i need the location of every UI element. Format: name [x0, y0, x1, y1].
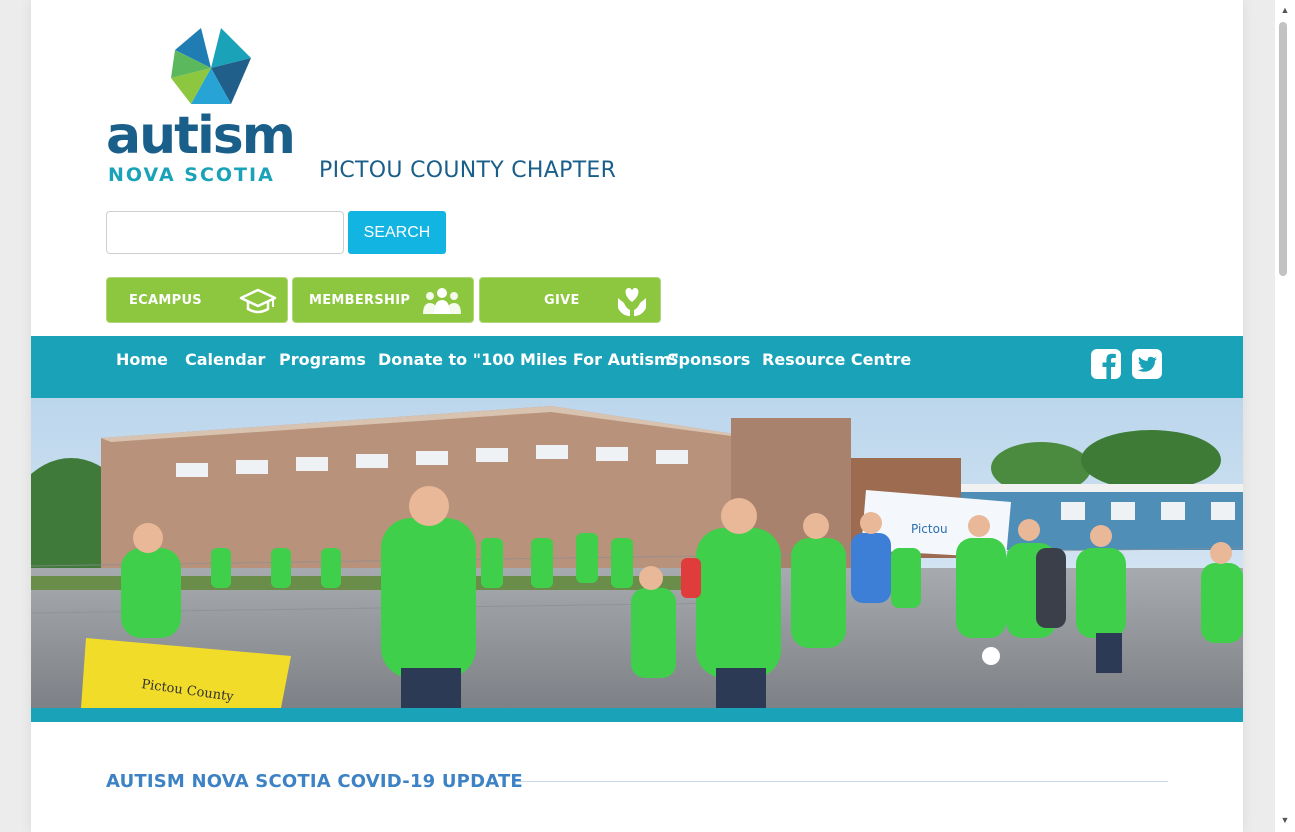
give-button[interactable]: GIVE [479, 277, 661, 323]
slideshow-dot[interactable] [982, 647, 1000, 665]
nav-programs[interactable]: Programs [279, 350, 366, 370]
ecampus-button[interactable]: ECAMPUS [106, 277, 288, 323]
nav-home[interactable]: Home [116, 350, 168, 370]
nav-sponsors[interactable]: Sponsors [667, 350, 750, 370]
page: autism NOVA SCOTIA PICTOU COUNTY CHAPTER… [31, 0, 1243, 832]
scrollbar-thumb[interactable] [1279, 22, 1287, 276]
svg-text:Pictou: Pictou [911, 522, 948, 536]
give-label: GIVE [544, 292, 580, 308]
chapter-title: PICTOU COUNTY CHAPTER [319, 158, 617, 183]
nav-calendar[interactable]: Calendar [185, 350, 265, 370]
scroll-up-arrow-icon[interactable]: ▲ [1279, 4, 1291, 16]
page-scrollbar[interactable]: ▲ ▼ [1275, 0, 1295, 832]
main-nav: Home Calendar Programs Donate to "100 Mi… [31, 336, 1243, 398]
hero-slideshow[interactable]: Pictou Pictou County [31, 398, 1243, 708]
scroll-down-arrow-icon[interactable]: ▼ [1279, 814, 1291, 826]
hero-photo: Pictou Pictou County [31, 398, 1243, 708]
ecampus-label: ECAMPUS [129, 292, 202, 308]
nav-resource-centre[interactable]: Resource Centre [762, 350, 911, 370]
heart-hands-icon [614, 286, 650, 323]
people-group-icon [421, 286, 463, 321]
site-logo[interactable]: autism NOVA SCOTIA [106, 26, 316, 186]
search-button[interactable]: SEARCH [348, 211, 446, 254]
section-heading: AUTISM NOVA SCOTIA COVID-19 UPDATE [106, 771, 523, 792]
nav-donate[interactable]: Donate to "100 Miles For Autism" [378, 350, 679, 370]
facebook-icon[interactable] [1090, 348, 1122, 380]
membership-label: MEMBERSHIP [309, 292, 411, 308]
hero-bottom-bar [31, 708, 1243, 722]
logo-subtitle: NOVA SCOTIA [108, 164, 275, 186]
section-divider [521, 781, 1168, 782]
twitter-icon[interactable] [1131, 348, 1163, 380]
graduation-cap-icon [239, 286, 277, 321]
logo-wordmark: autism [106, 106, 296, 166]
search-input[interactable] [106, 211, 344, 254]
membership-button[interactable]: MEMBERSHIP [292, 277, 474, 323]
